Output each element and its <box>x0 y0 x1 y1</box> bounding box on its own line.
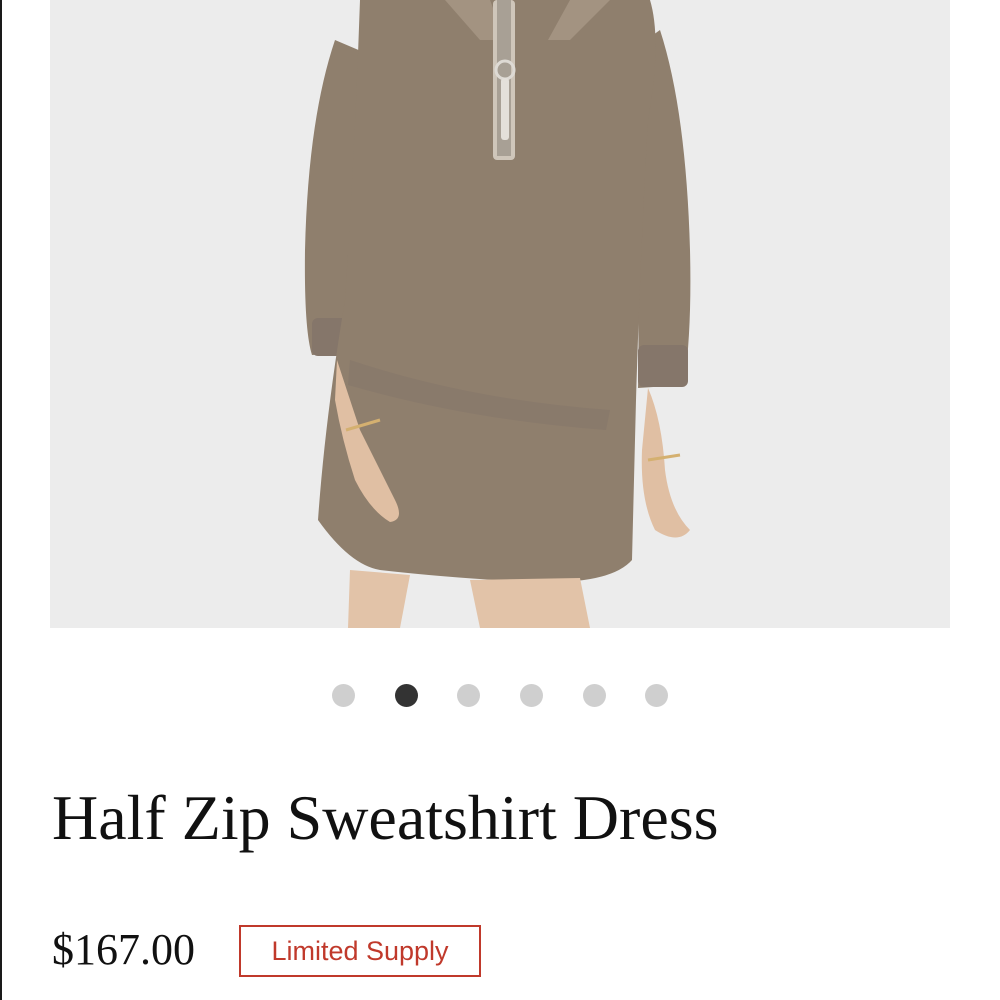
limited-supply-badge: Limited Supply <box>239 925 481 977</box>
product-title: Half Zip Sweatshirt Dress <box>52 782 719 853</box>
carousel-dot-5[interactable] <box>583 684 606 707</box>
carousel-dot-2-active[interactable] <box>395 684 418 707</box>
product-photo-illustration <box>50 0 950 628</box>
carousel-dot-1[interactable] <box>332 684 355 707</box>
carousel-dot-4[interactable] <box>520 684 543 707</box>
carousel-pagination <box>0 682 1000 708</box>
product-price: $167.00 <box>52 925 195 974</box>
carousel-dot-6[interactable] <box>645 684 668 707</box>
page-left-border <box>0 0 2 1000</box>
carousel-dot-3[interactable] <box>457 684 480 707</box>
product-image[interactable] <box>50 0 950 628</box>
